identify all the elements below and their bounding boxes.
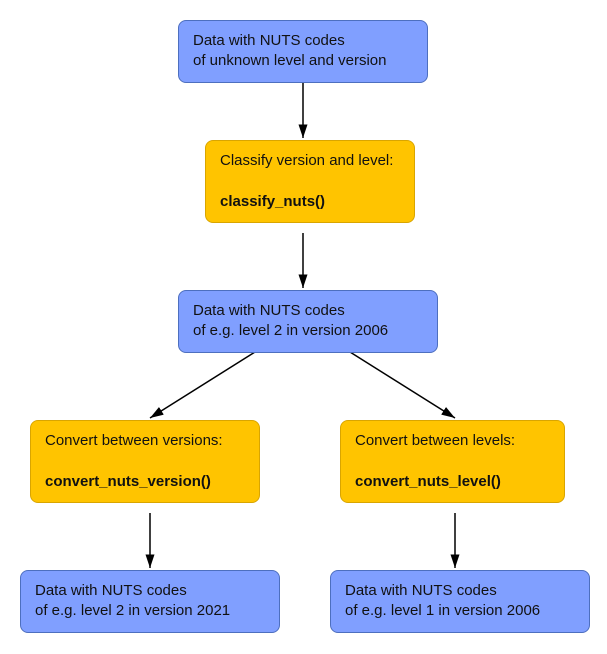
text-line: Data with NUTS codes: [193, 32, 345, 49]
node-output-level: Data with NUTS codes of e.g. level 1 in …: [330, 570, 590, 633]
text-line: Data with NUTS codes: [345, 582, 497, 599]
text-line: of unknown level and version: [193, 52, 386, 69]
step-label: Classify version and level:: [220, 152, 393, 169]
node-classify: Classify version and level: classify_nut…: [205, 140, 415, 223]
function-name: convert_nuts_level(): [355, 473, 501, 490]
step-label: Convert between versions:: [45, 432, 223, 449]
text-line: Data with NUTS codes: [193, 302, 345, 319]
text-line: of e.g. level 2 in version 2021: [35, 602, 230, 619]
text-line: Data with NUTS codes: [35, 582, 187, 599]
text-line: of e.g. level 2 in version 2006: [193, 322, 388, 339]
function-name: classify_nuts(): [220, 193, 325, 210]
function-name: convert_nuts_version(): [45, 473, 211, 490]
text-line: of e.g. level 1 in version 2006: [345, 602, 540, 619]
node-convert-version: Convert between versions: convert_nuts_v…: [30, 420, 260, 503]
step-label: Convert between levels:: [355, 432, 515, 449]
node-output-version: Data with NUTS codes of e.g. level 2 in …: [20, 570, 280, 633]
node-convert-level: Convert between levels: convert_nuts_lev…: [340, 420, 565, 503]
node-classified-data: Data with NUTS codes of e.g. level 2 in …: [178, 290, 438, 353]
node-input-data: Data with NUTS codes of unknown level an…: [178, 20, 428, 83]
